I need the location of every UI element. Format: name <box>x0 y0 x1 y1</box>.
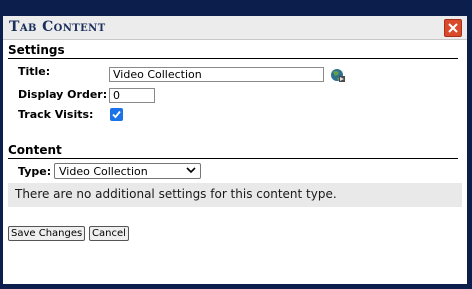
dialog-title: Tab Content <box>9 19 106 35</box>
title-input[interactable] <box>109 67 324 82</box>
content-type-select[interactable]: Video Collection <box>54 163 201 179</box>
title-label: Title: <box>18 65 51 78</box>
track-visits-label: Track Visits: <box>18 108 94 121</box>
save-changes-button[interactable]: Save Changes <box>8 226 86 241</box>
close-button[interactable] <box>444 19 462 37</box>
close-icon <box>448 23 458 33</box>
globe-icon[interactable] <box>330 67 346 83</box>
tab-content-dialog: Tab Content Settings Title: Display Orde… <box>3 16 467 284</box>
track-visits-checkbox[interactable] <box>110 108 123 121</box>
display-order-input[interactable] <box>109 88 155 103</box>
display-order-label: Display Order: <box>18 88 108 101</box>
content-heading: Content <box>8 143 458 159</box>
info-bar: There are no additional settings for thi… <box>8 183 462 207</box>
settings-heading: Settings <box>8 43 458 59</box>
content-type-value: Video Collection <box>59 165 148 178</box>
info-message: There are no additional settings for thi… <box>15 187 337 201</box>
dialog-titlebar: Tab Content <box>3 16 467 40</box>
cancel-button[interactable]: Cancel <box>89 226 129 241</box>
checkmark-icon <box>112 110 121 119</box>
chevron-down-icon <box>186 167 196 174</box>
type-label: Type: <box>18 165 52 178</box>
